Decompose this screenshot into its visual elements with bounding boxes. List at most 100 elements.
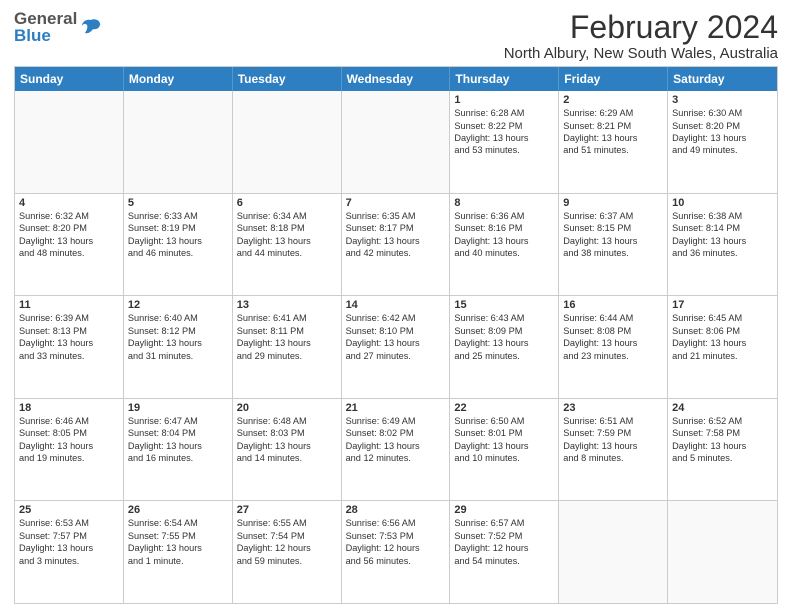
cal-cell-w5-d6: [559, 501, 668, 603]
day-info: Sunrise: 6:47 AM Sunset: 8:04 PM Dayligh…: [128, 415, 228, 465]
cal-cell-w5-d2: 26Sunrise: 6:54 AM Sunset: 7:55 PM Dayli…: [124, 501, 233, 603]
day-number: 9: [563, 197, 663, 209]
day-number: 28: [346, 504, 446, 516]
day-info: Sunrise: 6:37 AM Sunset: 8:15 PM Dayligh…: [563, 210, 663, 260]
logo: General Blue: [14, 10, 102, 44]
cal-cell-w2-d4: 7Sunrise: 6:35 AM Sunset: 8:17 PM Daylig…: [342, 194, 451, 296]
day-info: Sunrise: 6:42 AM Sunset: 8:10 PM Dayligh…: [346, 312, 446, 362]
day-info: Sunrise: 6:51 AM Sunset: 7:59 PM Dayligh…: [563, 415, 663, 465]
day-number: 19: [128, 402, 228, 414]
day-number: 27: [237, 504, 337, 516]
cal-cell-w2-d7: 10Sunrise: 6:38 AM Sunset: 8:14 PM Dayli…: [668, 194, 777, 296]
day-info: Sunrise: 6:38 AM Sunset: 8:14 PM Dayligh…: [672, 210, 773, 260]
logo-general: General: [14, 10, 77, 27]
day-number: 16: [563, 299, 663, 311]
day-number: 11: [19, 299, 119, 311]
cal-cell-w5-d3: 27Sunrise: 6:55 AM Sunset: 7:54 PM Dayli…: [233, 501, 342, 603]
day-number: 7: [346, 197, 446, 209]
cal-cell-w3-d6: 16Sunrise: 6:44 AM Sunset: 8:08 PM Dayli…: [559, 296, 668, 398]
week-row-2: 4Sunrise: 6:32 AM Sunset: 8:20 PM Daylig…: [15, 194, 777, 297]
cal-cell-w2-d2: 5Sunrise: 6:33 AM Sunset: 8:19 PM Daylig…: [124, 194, 233, 296]
day-number: 23: [563, 402, 663, 414]
cal-cell-w4-d7: 24Sunrise: 6:52 AM Sunset: 7:58 PM Dayli…: [668, 399, 777, 501]
day-info: Sunrise: 6:29 AM Sunset: 8:21 PM Dayligh…: [563, 107, 663, 157]
cal-cell-w5-d7: [668, 501, 777, 603]
cal-cell-w4-d2: 19Sunrise: 6:47 AM Sunset: 8:04 PM Dayli…: [124, 399, 233, 501]
cal-cell-w2-d5: 8Sunrise: 6:36 AM Sunset: 8:16 PM Daylig…: [450, 194, 559, 296]
day-info: Sunrise: 6:53 AM Sunset: 7:57 PM Dayligh…: [19, 517, 119, 567]
cal-cell-w4-d1: 18Sunrise: 6:46 AM Sunset: 8:05 PM Dayli…: [15, 399, 124, 501]
day-info: Sunrise: 6:45 AM Sunset: 8:06 PM Dayligh…: [672, 312, 773, 362]
header-day-tuesday: Tuesday: [233, 67, 342, 91]
day-number: 22: [454, 402, 554, 414]
day-info: Sunrise: 6:28 AM Sunset: 8:22 PM Dayligh…: [454, 107, 554, 157]
day-number: 17: [672, 299, 773, 311]
day-info: Sunrise: 6:44 AM Sunset: 8:08 PM Dayligh…: [563, 312, 663, 362]
day-number: 15: [454, 299, 554, 311]
calendar-header: SundayMondayTuesdayWednesdayThursdayFrid…: [15, 67, 777, 91]
logo-blue: Blue: [14, 27, 77, 44]
day-info: Sunrise: 6:56 AM Sunset: 7:53 PM Dayligh…: [346, 517, 446, 567]
cal-cell-w4-d6: 23Sunrise: 6:51 AM Sunset: 7:59 PM Dayli…: [559, 399, 668, 501]
cal-cell-w1-d4: [342, 91, 451, 193]
day-info: Sunrise: 6:36 AM Sunset: 8:16 PM Dayligh…: [454, 210, 554, 260]
main-title: February 2024: [504, 10, 778, 45]
day-info: Sunrise: 6:41 AM Sunset: 8:11 PM Dayligh…: [237, 312, 337, 362]
day-number: 21: [346, 402, 446, 414]
header-day-sunday: Sunday: [15, 67, 124, 91]
day-info: Sunrise: 6:33 AM Sunset: 8:19 PM Dayligh…: [128, 210, 228, 260]
day-info: Sunrise: 6:32 AM Sunset: 8:20 PM Dayligh…: [19, 210, 119, 260]
day-number: 2: [563, 94, 663, 106]
day-info: Sunrise: 6:49 AM Sunset: 8:02 PM Dayligh…: [346, 415, 446, 465]
day-number: 14: [346, 299, 446, 311]
cal-cell-w1-d2: [124, 91, 233, 193]
header-day-friday: Friday: [559, 67, 668, 91]
day-number: 8: [454, 197, 554, 209]
cal-cell-w5-d5: 29Sunrise: 6:57 AM Sunset: 7:52 PM Dayli…: [450, 501, 559, 603]
day-number: 1: [454, 94, 554, 106]
day-number: 13: [237, 299, 337, 311]
day-number: 24: [672, 402, 773, 414]
day-info: Sunrise: 6:57 AM Sunset: 7:52 PM Dayligh…: [454, 517, 554, 567]
cal-cell-w4-d5: 22Sunrise: 6:50 AM Sunset: 8:01 PM Dayli…: [450, 399, 559, 501]
subtitle: North Albury, New South Wales, Australia: [504, 45, 778, 62]
day-info: Sunrise: 6:54 AM Sunset: 7:55 PM Dayligh…: [128, 517, 228, 567]
day-info: Sunrise: 6:35 AM Sunset: 8:17 PM Dayligh…: [346, 210, 446, 260]
week-row-3: 11Sunrise: 6:39 AM Sunset: 8:13 PM Dayli…: [15, 296, 777, 399]
cal-cell-w1-d6: 2Sunrise: 6:29 AM Sunset: 8:21 PM Daylig…: [559, 91, 668, 193]
day-info: Sunrise: 6:55 AM Sunset: 7:54 PM Dayligh…: [237, 517, 337, 567]
day-number: 4: [19, 197, 119, 209]
day-info: Sunrise: 6:40 AM Sunset: 8:12 PM Dayligh…: [128, 312, 228, 362]
cal-cell-w3-d1: 11Sunrise: 6:39 AM Sunset: 8:13 PM Dayli…: [15, 296, 124, 398]
week-row-5: 25Sunrise: 6:53 AM Sunset: 7:57 PM Dayli…: [15, 501, 777, 603]
day-info: Sunrise: 6:46 AM Sunset: 8:05 PM Dayligh…: [19, 415, 119, 465]
cal-cell-w4-d4: 21Sunrise: 6:49 AM Sunset: 8:02 PM Dayli…: [342, 399, 451, 501]
week-row-1: 1Sunrise: 6:28 AM Sunset: 8:22 PM Daylig…: [15, 91, 777, 194]
cal-cell-w3-d5: 15Sunrise: 6:43 AM Sunset: 8:09 PM Dayli…: [450, 296, 559, 398]
header-day-wednesday: Wednesday: [342, 67, 451, 91]
day-info: Sunrise: 6:30 AM Sunset: 8:20 PM Dayligh…: [672, 107, 773, 157]
cal-cell-w1-d7: 3Sunrise: 6:30 AM Sunset: 8:20 PM Daylig…: [668, 91, 777, 193]
cal-cell-w3-d4: 14Sunrise: 6:42 AM Sunset: 8:10 PM Dayli…: [342, 296, 451, 398]
cal-cell-w5-d1: 25Sunrise: 6:53 AM Sunset: 7:57 PM Dayli…: [15, 501, 124, 603]
day-info: Sunrise: 6:50 AM Sunset: 8:01 PM Dayligh…: [454, 415, 554, 465]
day-number: 26: [128, 504, 228, 516]
cal-cell-w2-d3: 6Sunrise: 6:34 AM Sunset: 8:18 PM Daylig…: [233, 194, 342, 296]
header: General Blue February 2024 North Albury,…: [14, 10, 778, 62]
day-number: 25: [19, 504, 119, 516]
cal-cell-w3-d3: 13Sunrise: 6:41 AM Sunset: 8:11 PM Dayli…: [233, 296, 342, 398]
day-info: Sunrise: 6:48 AM Sunset: 8:03 PM Dayligh…: [237, 415, 337, 465]
day-number: 20: [237, 402, 337, 414]
week-row-4: 18Sunrise: 6:46 AM Sunset: 8:05 PM Dayli…: [15, 399, 777, 502]
day-number: 6: [237, 197, 337, 209]
header-day-thursday: Thursday: [450, 67, 559, 91]
cal-cell-w3-d2: 12Sunrise: 6:40 AM Sunset: 8:12 PM Dayli…: [124, 296, 233, 398]
day-info: Sunrise: 6:43 AM Sunset: 8:09 PM Dayligh…: [454, 312, 554, 362]
day-info: Sunrise: 6:34 AM Sunset: 8:18 PM Dayligh…: [237, 210, 337, 260]
cal-cell-w5-d4: 28Sunrise: 6:56 AM Sunset: 7:53 PM Dayli…: [342, 501, 451, 603]
day-number: 10: [672, 197, 773, 209]
cal-cell-w1-d5: 1Sunrise: 6:28 AM Sunset: 8:22 PM Daylig…: [450, 91, 559, 193]
day-number: 5: [128, 197, 228, 209]
day-info: Sunrise: 6:39 AM Sunset: 8:13 PM Dayligh…: [19, 312, 119, 362]
title-block: February 2024 North Albury, New South Wa…: [504, 10, 778, 62]
